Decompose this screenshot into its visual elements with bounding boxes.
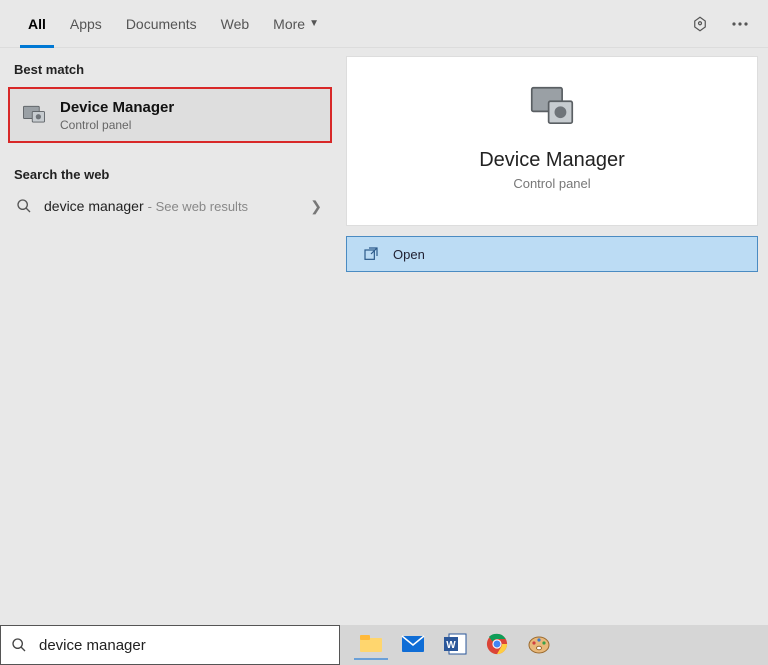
tab-label: Web bbox=[221, 16, 250, 32]
result-title: Device Manager bbox=[60, 99, 174, 116]
best-match-header: Best match bbox=[0, 48, 340, 83]
tab-label: Documents bbox=[126, 16, 197, 32]
taskbar-chrome-icon[interactable] bbox=[480, 630, 514, 660]
tab-documents[interactable]: Documents bbox=[114, 0, 209, 48]
result-subtitle: Control panel bbox=[60, 118, 174, 132]
taskbar-file-explorer-icon[interactable] bbox=[354, 630, 388, 660]
feedback-icon[interactable] bbox=[688, 12, 712, 36]
open-action[interactable]: Open bbox=[346, 236, 758, 272]
taskbar-icons: W bbox=[346, 630, 556, 660]
detail-title: Device Manager bbox=[479, 149, 625, 172]
detail-panel: Device Manager Control panel Open bbox=[340, 48, 768, 625]
tab-label: More bbox=[273, 16, 305, 32]
best-match-result[interactable]: Device Manager Control panel bbox=[8, 87, 332, 143]
open-icon bbox=[363, 246, 381, 262]
open-label: Open bbox=[393, 247, 425, 262]
search-icon bbox=[16, 198, 34, 214]
results-panel: Best match Device Manager Control panel … bbox=[0, 48, 340, 625]
search-tabs: All Apps Documents Web More ▼ bbox=[0, 0, 768, 48]
more-options-icon[interactable] bbox=[728, 12, 752, 36]
taskbar: W bbox=[0, 625, 768, 665]
tab-label: Apps bbox=[70, 16, 102, 32]
device-manager-icon bbox=[20, 101, 48, 129]
chevron-right-icon: ❯ bbox=[310, 198, 322, 215]
tab-apps[interactable]: Apps bbox=[58, 0, 114, 48]
tab-web[interactable]: Web bbox=[209, 0, 262, 48]
taskbar-word-icon[interactable]: W bbox=[438, 630, 472, 660]
search-icon bbox=[11, 637, 29, 653]
taskbar-mail-icon[interactable] bbox=[396, 630, 430, 660]
detail-subtitle: Control panel bbox=[513, 176, 590, 191]
taskbar-paint-icon[interactable] bbox=[522, 630, 556, 660]
web-query-text: device manager bbox=[44, 198, 144, 214]
tab-label: All bbox=[28, 16, 46, 32]
svg-text:W: W bbox=[446, 640, 456, 651]
device-manager-large-icon bbox=[525, 81, 579, 135]
tab-more[interactable]: More ▼ bbox=[261, 0, 331, 48]
detail-card: Device Manager Control panel bbox=[346, 56, 758, 226]
search-box[interactable] bbox=[0, 625, 340, 665]
chevron-down-icon: ▼ bbox=[309, 18, 319, 29]
search-input[interactable] bbox=[39, 637, 329, 654]
web-query-hint: - See web results bbox=[148, 199, 248, 214]
tab-all[interactable]: All bbox=[16, 0, 58, 48]
web-search-result[interactable]: device manager - See web results ❯ bbox=[0, 188, 340, 224]
search-web-header: Search the web bbox=[0, 153, 340, 188]
